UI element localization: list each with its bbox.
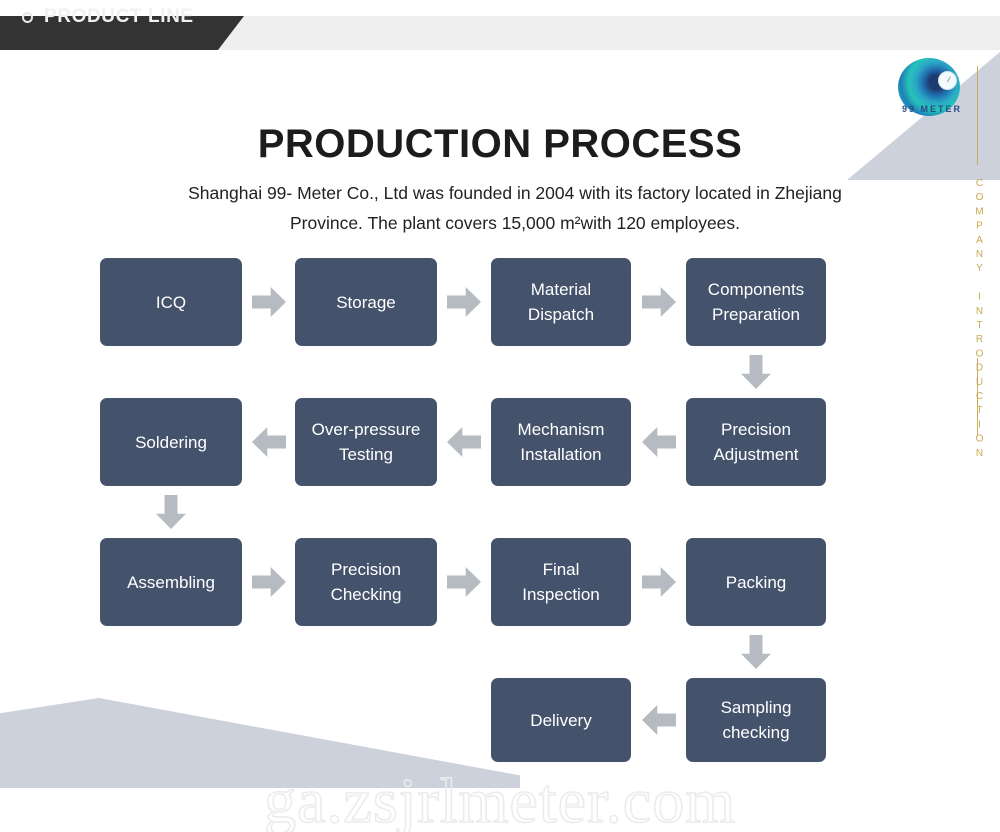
process-node-components-prep: Components Preparation	[686, 258, 826, 346]
section-banner-content: PRODUCT LINE	[22, 0, 194, 34]
flow-arrow-assembling-to-precision-checking	[252, 567, 286, 597]
process-node-label: Storage	[336, 292, 396, 312]
process-node-label: Material Dispatch	[527, 280, 595, 324]
rail-vertical-label: COMPANY INTRODUCTION	[974, 178, 985, 462]
flow-arrow-sampling-checking-to-delivery	[642, 705, 676, 735]
process-node-label: Precision Adjustment	[713, 420, 799, 464]
process-node-packing: Packing	[686, 538, 826, 626]
process-node-label: Soldering	[135, 432, 207, 452]
flow-arrow-soldering-to-assembling	[156, 495, 186, 529]
process-node-storage: Storage	[295, 258, 437, 346]
process-node-label: Final Inspection	[522, 560, 600, 604]
flow-arrow-material-dispatch-to-components-prep	[642, 287, 676, 317]
page-title: PRODUCTION PROCESS	[257, 122, 743, 166]
process-node-label: Over-pressure Testing	[311, 420, 421, 464]
flow-arrow-icq-to-storage	[252, 287, 286, 317]
process-node-assembling: Assembling	[100, 538, 242, 626]
flow-arrow-mechanism-install-to-over-pressure-test	[447, 427, 481, 457]
process-node-label: Delivery	[530, 710, 592, 730]
process-node-soldering: Soldering	[100, 398, 242, 486]
flow-arrow-precision-adjustment-to-mechanism-install	[642, 427, 676, 457]
circle-outline-icon	[22, 11, 33, 23]
process-node-label: Packing	[725, 572, 787, 592]
process-node-label: Assembling	[127, 572, 215, 592]
process-node-label: Components Preparation	[707, 280, 805, 324]
slide-canvas: PRODUCT LINE 99 METER COMPANY INTRODUCTI…	[0, 0, 1000, 832]
flow-arrow-storage-to-material-dispatch	[447, 287, 481, 317]
flow-arrow-over-pressure-test-to-soldering	[252, 427, 286, 457]
process-node-over-pressure-test: Over-pressure Testing	[295, 398, 437, 486]
process-node-material-dispatch: Material Dispatch	[491, 258, 631, 346]
page-subtitle: Shanghai 99- Meter Co., Ltd was founded …	[188, 183, 842, 233]
process-node-final-inspection: Final Inspection	[491, 538, 631, 626]
flow-arrow-packing-to-sampling-checking	[741, 635, 771, 669]
process-node-delivery: Delivery	[491, 678, 631, 762]
logo-brand-text: 99 METER	[901, 104, 962, 114]
process-node-sampling-checking: Sampling checking	[686, 678, 826, 762]
process-node-label: Sampling checking	[720, 698, 792, 742]
flow-arrow-components-prep-to-precision-adjustment	[741, 355, 771, 389]
section-banner-label: PRODUCT LINE	[44, 6, 194, 27]
process-node-label: ICQ	[155, 292, 187, 312]
process-node-icq: ICQ	[100, 258, 242, 346]
process-node-label: Precision Checking	[330, 560, 402, 604]
flow-arrow-final-inspection-to-packing	[642, 567, 676, 597]
process-node-label: Mechanism Installation	[517, 420, 605, 464]
flow-arrow-precision-checking-to-final-inspection	[447, 567, 481, 597]
rail-divider-bottom	[977, 358, 978, 436]
process-node-precision-adjustment: Precision Adjustment	[686, 398, 826, 486]
gauge-dial-icon	[938, 71, 957, 90]
process-node-precision-checking: Precision Checking	[295, 538, 437, 626]
process-node-mechanism-install: Mechanism Installation	[491, 398, 631, 486]
decorative-shape-bottom-left	[0, 698, 520, 788]
